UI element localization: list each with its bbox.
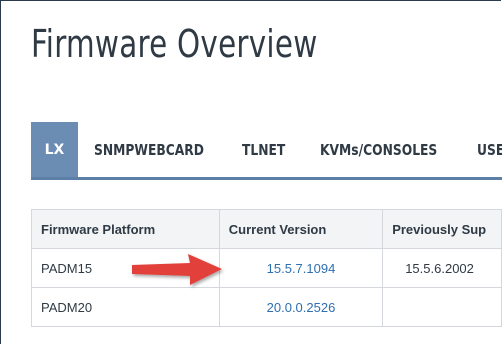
tab-use[interactable]: USE <box>477 122 502 177</box>
current-version-link[interactable]: 15.5.7.1094 <box>267 261 336 276</box>
page-title: Firmware Overview <box>31 22 318 66</box>
current-version-link[interactable]: 20.0.0.2526 <box>267 300 336 315</box>
previous-version-cell: 15.5.6.2002 <box>382 248 502 288</box>
table-header-row: Firmware Platform Current Version Previo… <box>31 209 502 249</box>
tab-lx[interactable]: LX <box>31 122 78 177</box>
table-row: PADM15 15.5.7.1094 15.5.6.2002 <box>31 248 502 288</box>
previous-version-cell <box>382 287 502 327</box>
current-version-cell: 20.0.0.2526 <box>218 287 384 327</box>
tab-kvms-consoles[interactable]: KVMs/CONSOLES <box>320 122 437 177</box>
current-version-cell: 15.5.7.1094 <box>218 248 384 288</box>
tab-tlnet[interactable]: TLNET <box>242 122 285 177</box>
tab-bar: LX SNMPWEBCARD TLNET KVMs/CONSOLES USE <box>31 122 502 180</box>
red-arrow-icon <box>132 254 222 285</box>
tab-snmpwebcard[interactable]: SNMPWEBCARD <box>94 122 204 177</box>
column-header-firmware-platform: Firmware Platform <box>31 209 220 249</box>
column-header-previously-supported: Previously Sup <box>382 209 502 249</box>
column-header-current-version: Current Version <box>218 209 384 249</box>
platform-cell: PADM20 <box>31 287 220 327</box>
firmware-table: Firmware Platform Current Version Previo… <box>31 209 502 327</box>
table-row: PADM20 20.0.0.2526 <box>31 287 502 327</box>
